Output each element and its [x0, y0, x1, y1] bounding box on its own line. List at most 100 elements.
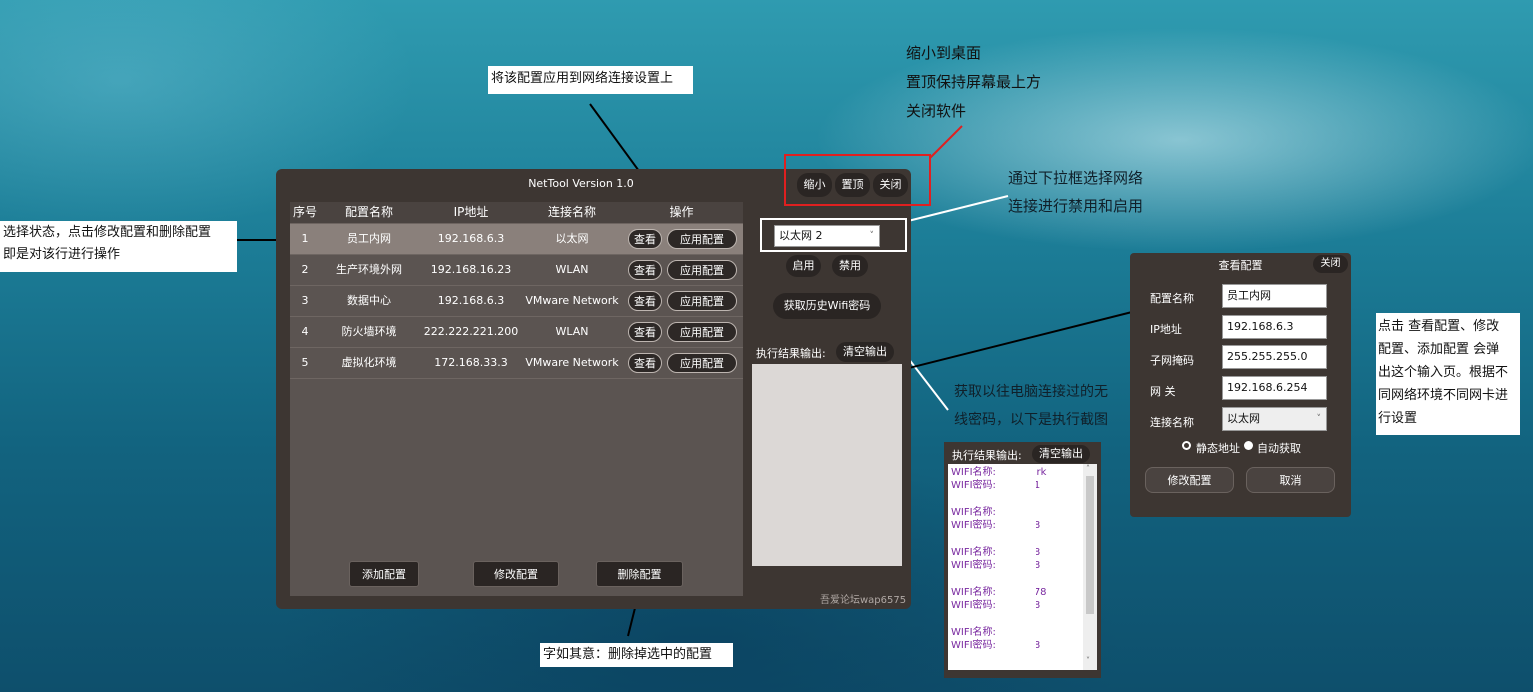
- radio-dot-icon: [1184, 443, 1189, 448]
- view-button[interactable]: 查看: [628, 291, 662, 311]
- scrollbar-thumb[interactable]: [1086, 476, 1094, 614]
- row-config-name: 员工内网: [347, 232, 391, 245]
- header-no: 序号: [292, 205, 317, 219]
- table-row[interactable]: 1 员工内网 192.168.6.3 以太网 查看 应用配置: [290, 224, 743, 255]
- view-button[interactable]: 查看: [628, 353, 662, 373]
- add-config-button[interactable]: 添加配置: [349, 561, 419, 587]
- scrollbar[interactable]: ˄ ˅: [1083, 464, 1097, 670]
- output-label: 执行结果输出:: [756, 347, 826, 360]
- auto-radio[interactable]: [1244, 441, 1253, 450]
- dropdown-note: 通过下拉框选择网络 连接进行禁用和启用: [1008, 164, 1143, 220]
- auto-label: 自动获取: [1257, 442, 1301, 455]
- apply-config-button[interactable]: 应用配置: [667, 291, 737, 311]
- config-table: 序号 配置名称 IP地址 连接名称 操作 1 员工内网 192.168.6.3 以太网…: [290, 202, 743, 596]
- wifi-password-label: WIFI密码:: [951, 640, 1000, 651]
- wifi-name-label: WIFI名称:: [951, 507, 1000, 518]
- wifi-name-label: WIFI名称:: [951, 627, 1000, 638]
- pin-note: 置顶保持屏幕最上方: [906, 73, 1042, 91]
- chevron-up-icon[interactable]: ˄: [1086, 464, 1090, 473]
- table-row[interactable]: 3 数据中心 192.168.6.3 VMware Network 查看 应用配置: [290, 286, 743, 317]
- row-ip: 192.168.6.3: [437, 294, 505, 307]
- dialog-note-line2: 配置、添加配置 会弹: [1378, 342, 1500, 357]
- apply-config-button[interactable]: 应用配置: [667, 322, 737, 342]
- redaction-block: [1006, 464, 1036, 670]
- row-config-name: 数据中心: [347, 294, 391, 307]
- mask-field[interactable]: 255.255.255.0: [1222, 345, 1327, 369]
- conn-select[interactable]: 以太网 ˅: [1222, 407, 1327, 431]
- mask-label: 子网掩码: [1150, 354, 1194, 367]
- row-ip: 192.168.16.23: [430, 263, 512, 276]
- row-connection: 以太网: [555, 232, 589, 245]
- table-row[interactable]: 2 生产环境外网 192.168.16.23 WLAN 查看 应用配置: [290, 255, 743, 286]
- view-button[interactable]: 查看: [628, 322, 662, 342]
- select-row-note-line1: 选择状态，点击修改配置和删除配置: [3, 225, 212, 240]
- ip-label: IP地址: [1150, 323, 1182, 336]
- adapter-select-highlight: [760, 218, 907, 252]
- header-actions: 操作: [669, 205, 694, 219]
- table-row[interactable]: 5 虚拟化环境 172.168.33.3 VMware Network 查看 应用配置: [290, 348, 743, 379]
- dialog-note-line5: 行设置: [1378, 411, 1418, 426]
- dialog-note-line1: 点击 查看配置、修改: [1378, 319, 1500, 334]
- row-connection: VMware Network: [525, 356, 619, 369]
- wifi-clear-button[interactable]: 清空输出: [1032, 445, 1090, 463]
- static-radio[interactable]: [1182, 441, 1191, 450]
- table-header: 序号 配置名称 IP地址 连接名称 操作: [290, 202, 743, 224]
- gateway-field[interactable]: 192.168.6.254: [1222, 376, 1327, 400]
- conn-label: 连接名称: [1150, 416, 1194, 429]
- close-note: 关闭软件: [906, 102, 967, 120]
- apply-config-button[interactable]: 应用配置: [667, 353, 737, 373]
- wifi-password-label: WIFI密码:: [951, 600, 1000, 611]
- row-number: 1: [301, 232, 309, 245]
- wifi-password-label: WIFI密码:: [951, 520, 1000, 531]
- ip-field[interactable]: 192.168.6.3: [1222, 315, 1327, 339]
- dropdown-note-line2: 连接进行禁用和启用: [1008, 197, 1144, 215]
- wifi-note-line1: 获取以往电脑连接过的无: [954, 384, 1108, 400]
- window-buttons-highlight: [784, 154, 931, 206]
- apply-config-button[interactable]: 应用配置: [667, 229, 737, 249]
- conn-select-value: 以太网: [1227, 412, 1260, 425]
- apply-config-note: 将该配置应用到网络连接设置上: [488, 66, 693, 94]
- row-connection: VMware Network: [525, 294, 619, 307]
- wifi-password-label: WIFI密码:: [951, 480, 1000, 491]
- view-config-dialog: 查看配置 关闭 配置名称 员工内网 IP地址 192.168.6.3 子网掩码 …: [1130, 253, 1351, 517]
- header-conn: 连接名称: [547, 205, 596, 219]
- row-ip: 222.222.221.200: [423, 325, 519, 338]
- minimize-note: 缩小到桌面: [906, 44, 982, 62]
- wifi-output-label: 执行结果输出:: [952, 449, 1022, 462]
- name-field[interactable]: 员工内网: [1222, 284, 1327, 308]
- wifi-note-line2: 线密码，以下是执行截图: [954, 412, 1108, 428]
- wifi-list[interactable]: WIFI名称: WorkWIFI密码: 811WIFI名称: 7WIFI密码: …: [948, 464, 1097, 670]
- delete-note: 字如其意：删除掉选中的配置: [540, 643, 733, 667]
- output-box[interactable]: [752, 364, 902, 566]
- row-ip: 192.168.6.3: [437, 232, 505, 245]
- dialog-cancel-button[interactable]: 取消: [1246, 467, 1335, 493]
- delete-config-button[interactable]: 删除配置: [596, 561, 683, 587]
- apply-config-button[interactable]: 应用配置: [667, 260, 737, 280]
- select-row-note: 选择状态，点击修改配置和删除配置 即是对该行进行操作: [0, 221, 237, 272]
- header-name: 配置名称: [344, 205, 393, 219]
- wifi-name-label: WIFI名称:: [951, 547, 1000, 558]
- view-button[interactable]: 查看: [628, 260, 662, 280]
- dialog-note: 点击 查看配置、修改 配置、添加配置 会弹 出这个输入页。根据不 同网络环境不同…: [1376, 313, 1520, 435]
- chevron-down-icon[interactable]: ˅: [1086, 656, 1090, 665]
- get-wifi-password-button[interactable]: 获取历史Wifi密码: [773, 293, 881, 319]
- disable-button[interactable]: 禁用: [832, 255, 868, 277]
- dialog-note-line3: 出这个输入页。根据不: [1378, 365, 1509, 380]
- dialog-note-line4: 同网络环境不同网卡进: [1378, 388, 1509, 403]
- row-config-name: 虚拟化环境: [341, 356, 397, 369]
- row-config-name: 防火墙环境: [341, 325, 397, 338]
- wifi-note: 获取以往电脑连接过的无 线密码，以下是执行截图: [954, 378, 1108, 434]
- clear-output-button[interactable]: 清空输出: [836, 342, 894, 362]
- dialog-close-button[interactable]: 关闭: [1313, 255, 1348, 273]
- modify-config-button[interactable]: 修改配置: [473, 561, 559, 587]
- table-row[interactable]: 4 防火墙环境 222.222.221.200 WLAN 查看 应用配置: [290, 317, 743, 348]
- wifi-password-label: WIFI密码:: [951, 560, 1000, 571]
- window-buttons-note: 缩小到桌面 置顶保持屏幕最上方 关闭软件: [906, 39, 1041, 126]
- wifi-name-label: WIFI名称:: [951, 467, 1000, 478]
- dialog-modify-button[interactable]: 修改配置: [1145, 467, 1234, 493]
- view-button[interactable]: 查看: [628, 229, 662, 249]
- enable-button[interactable]: 启用: [786, 255, 821, 277]
- footer-text: 吾爱论坛wap6575: [820, 595, 907, 606]
- row-number: 4: [301, 325, 309, 338]
- wifi-output-panel: 执行结果输出: 清空输出 WIFI名称: WorkWIFI密码: 811WIFI…: [944, 442, 1101, 678]
